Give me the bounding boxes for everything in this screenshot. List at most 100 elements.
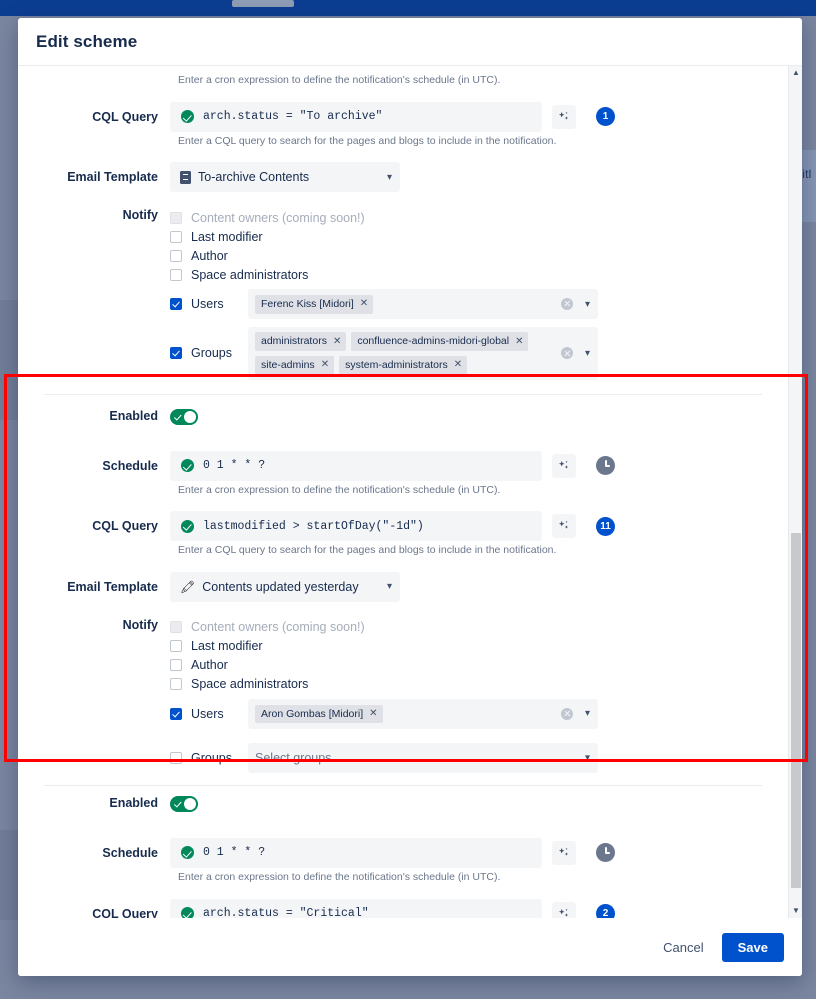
cql-query-input-3[interactable]: arch.status = "Critical" — [170, 898, 542, 918]
groups-multiselect-2[interactable]: Select groups ▾ — [248, 742, 598, 773]
enabled-row-2: Enabled — [18, 408, 788, 433]
cancel-button[interactable]: Cancel — [653, 934, 713, 961]
page-title: Edit scheme — [36, 31, 138, 51]
clock-icon[interactable] — [596, 843, 615, 863]
notify-groups-row-2: Groups Select groups ▾ — [170, 742, 788, 773]
clear-icon[interactable] — [560, 298, 573, 311]
checkbox-author[interactable] — [170, 249, 182, 262]
email-template-select-2[interactable]: 🖍 Contents updated yesterday ▾ — [170, 571, 400, 602]
users-tag-list-2: Aron Gombas [Midori] ✕ — [255, 704, 590, 724]
checkbox-users[interactable] — [170, 707, 182, 720]
remove-tag-icon[interactable]: ✕ — [333, 335, 341, 349]
email-template-select-1[interactable]: To-archive Contents ▾ — [170, 162, 400, 193]
valid-check-icon — [181, 519, 194, 533]
users-multiselect-2[interactable]: Aron Gombas [Midori] ✕ ▾ — [248, 698, 598, 729]
notify-author-2[interactable]: Author — [170, 656, 788, 675]
schedule-label-3: Schedule — [102, 845, 158, 860]
valid-check-icon — [181, 459, 194, 473]
email-template-row-2: Email Template 🖍 Contents updated yester… — [18, 571, 788, 602]
notify-users-toggle-2[interactable]: Users — [170, 707, 248, 721]
valid-check-icon — [181, 110, 194, 124]
checkbox-label: Author — [191, 658, 228, 673]
checkbox-author[interactable] — [170, 659, 182, 672]
notify-space-admins-2[interactable]: Space administrators — [170, 675, 788, 694]
schedule-input-2[interactable]: 0 1 * * ? — [170, 450, 542, 481]
enabled-label-3: Enabled — [109, 795, 158, 810]
notify-users-toggle-1[interactable]: Users — [170, 297, 248, 311]
notify-last-modifier-2[interactable]: Last modifier — [170, 637, 788, 656]
remove-tag-icon[interactable]: ✕ — [369, 707, 377, 721]
notify-groups-toggle-2[interactable]: Groups — [170, 751, 248, 765]
cql-helper-1: Enter a CQL query to search for the page… — [178, 134, 557, 147]
pencil-icon: 🖍 — [180, 579, 196, 594]
checkbox-content-owners — [170, 211, 182, 224]
tag[interactable]: Aron Gombas [Midori] ✕ — [255, 704, 383, 724]
notify-last-modifier-1[interactable]: Last modifier — [170, 227, 788, 246]
remove-tag-icon[interactable]: ✕ — [360, 297, 368, 311]
cql-result-badge-1: 1 — [596, 107, 615, 127]
clear-icon[interactable] — [560, 707, 573, 720]
checkbox-label: Space administrators — [191, 267, 309, 282]
chevron-down-icon[interactable]: ▾ — [585, 708, 590, 719]
scroll-area: Enter a cron expression to define the no… — [18, 66, 788, 918]
tag[interactable]: confluence-admins-midori-global ✕ — [351, 332, 529, 351]
remove-tag-icon[interactable]: ✕ — [321, 358, 329, 372]
ai-sparkle-icon[interactable] — [552, 453, 576, 478]
chevron-down-icon[interactable]: ▾ — [585, 348, 590, 359]
checkbox-last-modifier[interactable] — [170, 230, 182, 243]
groups-multiselect-1[interactable]: administrators ✕ confluence-admins-midor… — [248, 327, 598, 380]
checkbox-groups[interactable] — [170, 347, 182, 360]
notification-section-3: Enabled Schedule 0 1 * * ? Enter a cron … — [18, 795, 788, 918]
checkbox-groups[interactable] — [170, 751, 182, 764]
cql-query-label-1: CQL Query — [92, 109, 158, 124]
multiselect-controls: ▾ — [560, 298, 590, 311]
scrollbar-thumb[interactable] — [791, 533, 801, 888]
users-multiselect-1[interactable]: Ferenc Kiss [Midori] ✕ ▾ — [248, 289, 598, 320]
ai-sparkle-icon[interactable] — [552, 840, 576, 865]
checkbox-last-modifier[interactable] — [170, 640, 182, 653]
chevron-down-icon[interactable]: ▾ — [585, 752, 590, 763]
tag-label: system-administrators — [345, 358, 448, 371]
tag[interactable]: administrators ✕ — [255, 332, 347, 351]
remove-tag-icon[interactable]: ✕ — [515, 335, 523, 349]
multiselect-controls: ▾ — [560, 347, 590, 360]
cql-query-input-2[interactable]: lastmodified > startOfDay("-1d") — [170, 511, 542, 542]
dialog-scrollbar[interactable]: ▲ ▼ — [788, 66, 802, 918]
notify-users-row-2: Users Aron Gombas [Midori] ✕ ▾ — [170, 698, 788, 729]
enabled-toggle-2[interactable] — [170, 408, 198, 425]
document-icon — [180, 170, 191, 184]
scroll-up-icon[interactable]: ▲ — [789, 66, 802, 80]
schedule-row-3: Schedule 0 1 * * ? — [18, 837, 788, 868]
checkbox-label: Content owners (coming soon!) — [191, 620, 365, 635]
checkbox-space-administrators[interactable] — [170, 268, 182, 281]
ai-sparkle-icon[interactable] — [552, 514, 576, 539]
chevron-down-icon: ▾ — [386, 581, 392, 593]
cql-query-adornments-3: 2 — [552, 899, 615, 918]
tag[interactable]: Ferenc Kiss [Midori] ✕ — [255, 294, 374, 314]
scroll-down-icon[interactable]: ▼ — [789, 904, 802, 918]
ai-sparkle-icon[interactable] — [552, 901, 576, 918]
clock-icon[interactable] — [596, 456, 615, 476]
remove-tag-icon[interactable]: ✕ — [454, 358, 462, 372]
notify-groups-toggle-1[interactable]: Groups — [170, 346, 248, 360]
notify-space-admins-1[interactable]: Space administrators — [170, 265, 788, 284]
notify-row-1: Notify Content owners (coming soon!) Las… — [18, 208, 788, 380]
save-button[interactable]: Save — [721, 932, 784, 962]
checkbox-users[interactable] — [170, 298, 182, 311]
email-template-value-1: To-archive Contents — [198, 170, 310, 185]
checkbox-label: Space administrators — [191, 677, 309, 692]
tag[interactable]: system-administrators ✕ — [339, 355, 468, 375]
schedule-input-3[interactable]: 0 1 * * ? — [170, 837, 542, 868]
schedule-adornments-2 — [552, 451, 615, 481]
enabled-toggle-3[interactable] — [170, 795, 198, 812]
cql-query-adornments-2: 11 — [552, 511, 615, 541]
notify-author-1[interactable]: Author — [170, 246, 788, 265]
cql-query-input-1[interactable]: arch.status = "To archive" — [170, 101, 542, 132]
schedule-label-2: Schedule — [102, 458, 158, 473]
checkbox-space-administrators[interactable] — [170, 678, 182, 691]
clear-icon[interactable] — [560, 347, 573, 360]
tag[interactable]: site-admins ✕ — [255, 355, 335, 375]
ai-sparkle-icon[interactable] — [552, 104, 576, 129]
cql-query-value-3: arch.status = "Critical" — [203, 907, 369, 918]
chevron-down-icon[interactable]: ▾ — [585, 299, 590, 310]
